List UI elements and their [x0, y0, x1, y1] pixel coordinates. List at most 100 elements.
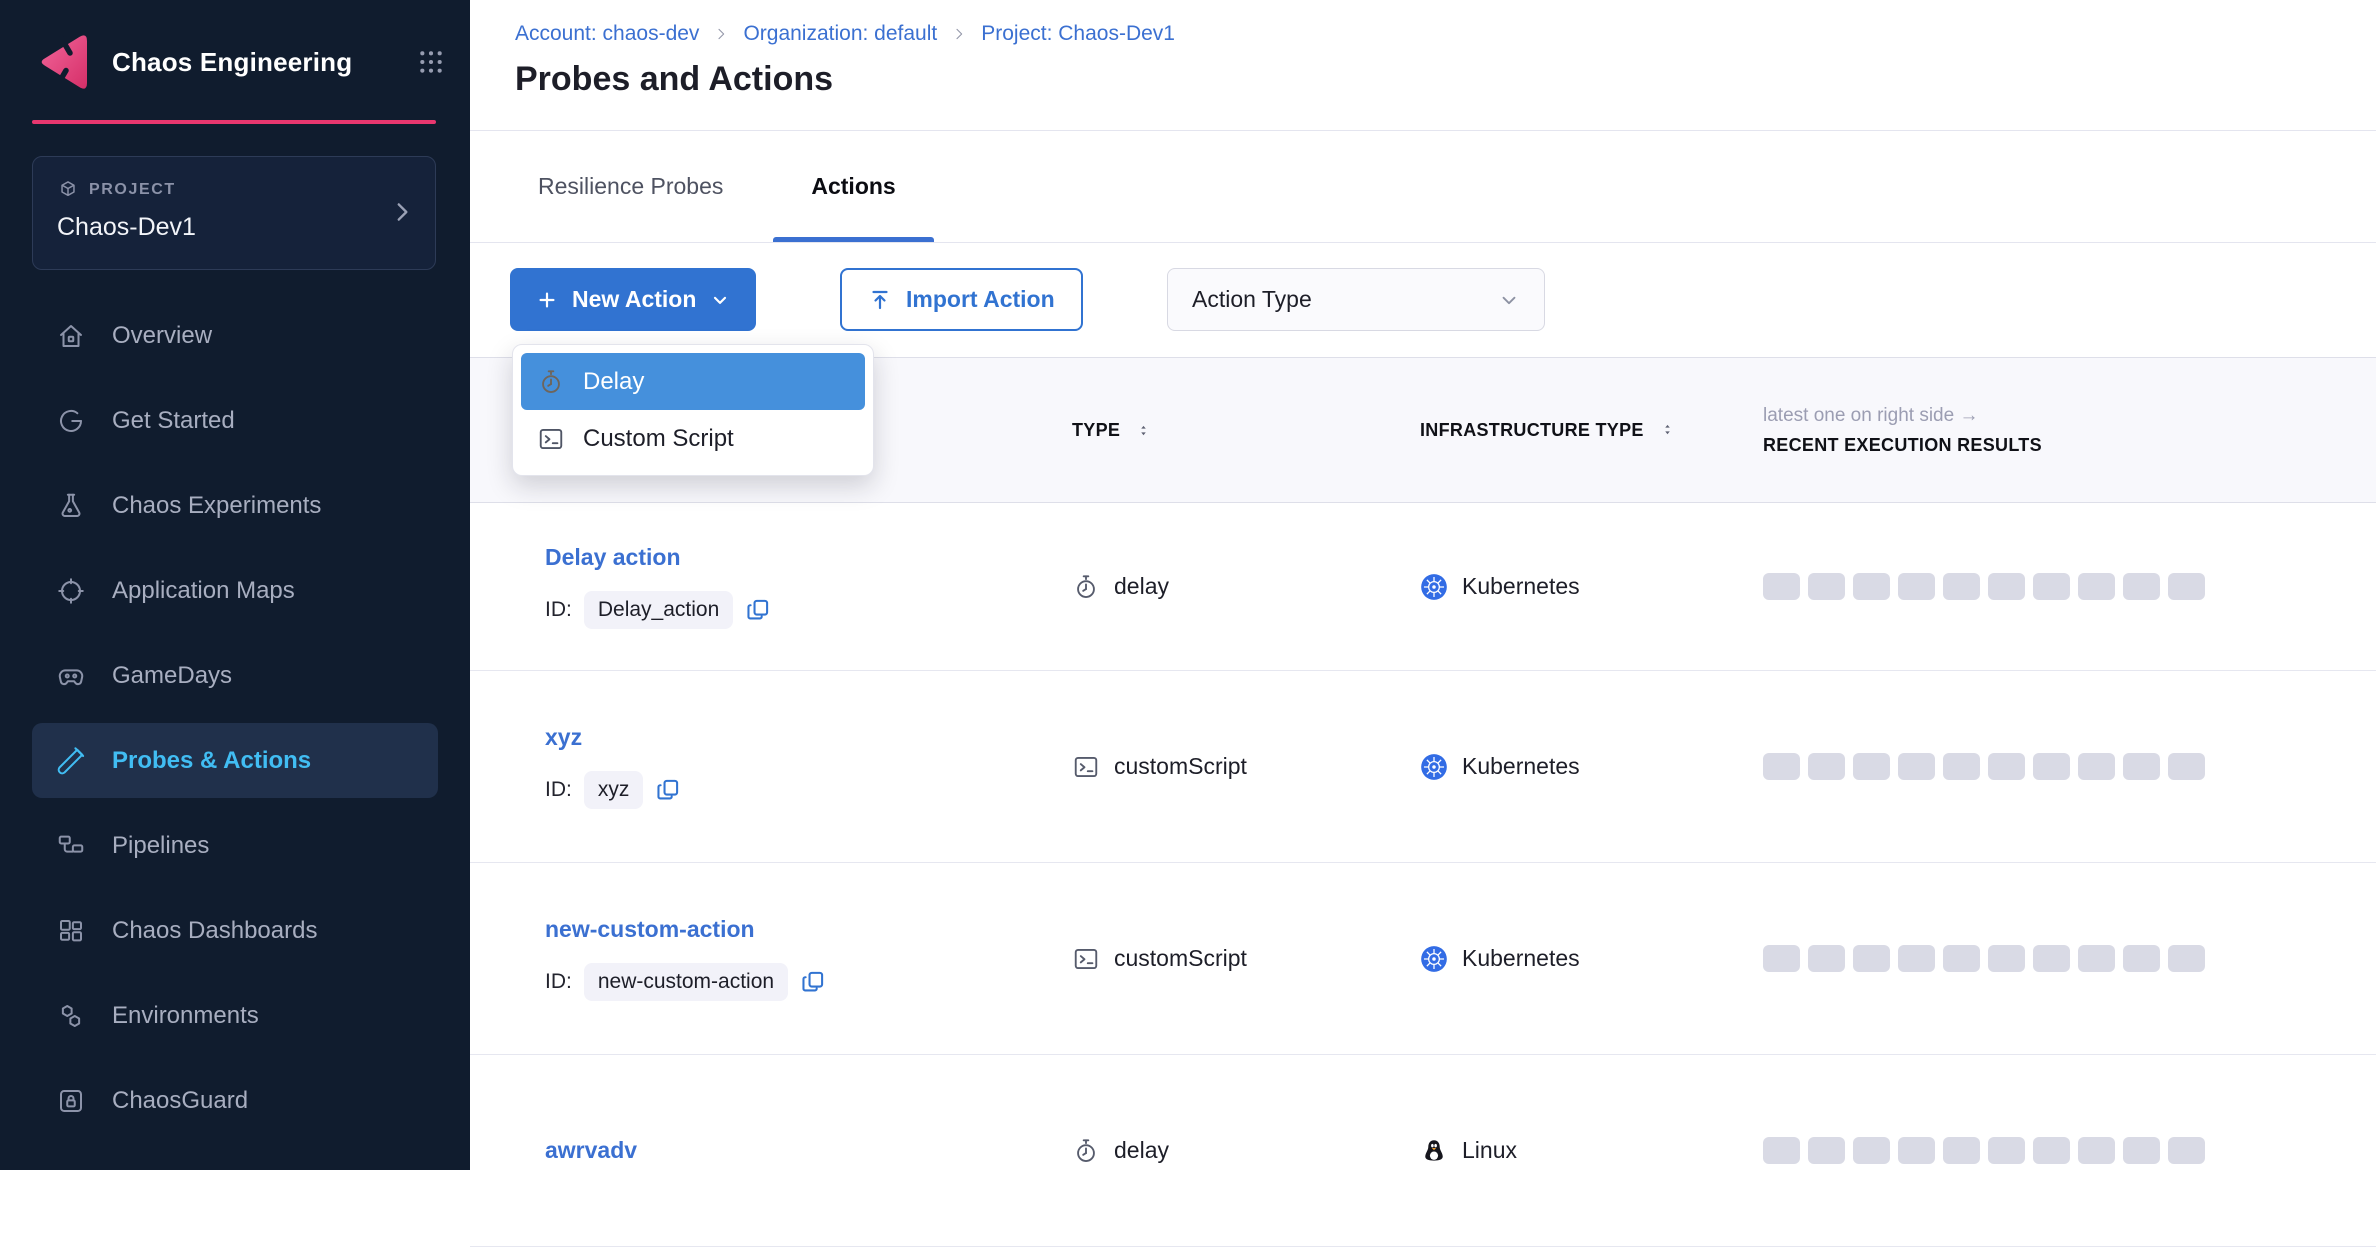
recent-execution-results: [1763, 1137, 2376, 1164]
execution-result-placeholder: [2168, 945, 2205, 972]
breadcrumb-link[interactable]: Organization: default: [743, 22, 937, 46]
sidebar-item-application-maps[interactable]: Application Maps: [0, 548, 470, 633]
execution-result-placeholder: [1898, 1137, 1935, 1164]
table-row: xyz ID: xyz customScript Kubernetes: [470, 671, 2376, 863]
action-type-cell: delay: [1072, 1137, 1420, 1165]
execution-result-placeholder: [2033, 1137, 2070, 1164]
action-type-value: delay: [1114, 1137, 1169, 1164]
copy-icon[interactable]: [745, 597, 771, 623]
id-label: ID:: [545, 970, 572, 994]
app-switcher-icon[interactable]: [418, 49, 444, 75]
execution-result-placeholder: [1763, 945, 1800, 972]
action-name-link[interactable]: Delay action: [545, 544, 681, 571]
execution-result-placeholder: [1943, 753, 1980, 780]
action-id-value: new-custom-action: [584, 963, 788, 1001]
execution-result-placeholder: [2033, 753, 2070, 780]
app-title: Chaos Engineering: [112, 47, 352, 78]
execution-result-placeholder: [2168, 753, 2205, 780]
stopwatch-icon: [1072, 1137, 1100, 1165]
execution-result-placeholder: [1988, 1137, 2025, 1164]
action-name-link[interactable]: awrvadv: [545, 1137, 637, 1164]
action-name-link[interactable]: new-custom-action: [545, 916, 755, 943]
sidebar-item-label: Environments: [112, 1002, 259, 1030]
page-title: Probes and Actions: [515, 60, 833, 99]
execution-result-placeholder: [1898, 573, 1935, 600]
table-header-results: latest one on right side → RECENT EXECUT…: [1763, 405, 2376, 456]
breadcrumb-link[interactable]: Account: chaos-dev: [515, 22, 699, 46]
sidebar-item-label: Chaos Experiments: [112, 492, 321, 520]
action-id-row: ID: xyz: [545, 771, 1072, 809]
infrastructure-cell: Linux: [1420, 1137, 1763, 1165]
action-type-value: customScript: [1114, 753, 1247, 780]
execution-result-placeholder: [1898, 753, 1935, 780]
sort-icon[interactable]: [1136, 423, 1151, 438]
lock-icon: [56, 1086, 86, 1116]
execution-result-placeholder: [1988, 753, 2025, 780]
terminal-icon: [1072, 753, 1100, 781]
table-header-type: TYPE: [1072, 420, 1420, 441]
action-name-cell: new-custom-action ID: new-custom-action: [470, 916, 1072, 1001]
home-icon: [56, 321, 86, 351]
recent-execution-results: [1763, 753, 2376, 780]
sidebar-item-probes-actions[interactable]: Probes & Actions: [32, 723, 438, 798]
menu-item-custom-script[interactable]: Custom Script: [521, 410, 865, 467]
pipeline-icon: [56, 831, 86, 861]
sidebar-item-environments[interactable]: Environments: [0, 973, 470, 1058]
sidebar-item-pipelines[interactable]: Pipelines: [0, 803, 470, 888]
plus-icon: [536, 289, 558, 311]
actions-table-body: Delay action ID: Delay_action delay Kube…: [470, 503, 2376, 1247]
copy-icon[interactable]: [655, 777, 681, 803]
action-type-value: customScript: [1114, 945, 1247, 972]
recent-execution-results: [1763, 573, 2376, 600]
sidebar-item-label: Pipelines: [112, 832, 209, 860]
infrastructure-value: Kubernetes: [1462, 573, 1580, 600]
infrastructure-cell: Kubernetes: [1420, 945, 1763, 973]
execution-result-placeholder: [1808, 753, 1845, 780]
menu-item-delay[interactable]: Delay: [521, 353, 865, 410]
gamepad-icon: [56, 661, 86, 691]
sidebar-item-chaosguard[interactable]: ChaosGuard: [0, 1058, 470, 1143]
sidebar-item-chaos-experiments[interactable]: Chaos Experiments: [0, 463, 470, 548]
project-selector[interactable]: PROJECT Chaos-Dev1: [32, 156, 436, 270]
sidebar-item-label: Probes & Actions: [112, 747, 311, 775]
execution-result-placeholder: [2078, 573, 2115, 600]
execution-result-placeholder: [2123, 945, 2160, 972]
action-type-filter[interactable]: Action Type: [1167, 268, 1545, 331]
chevron-right-icon: [389, 199, 415, 225]
dashboard-icon: [56, 916, 86, 946]
recent-execution-results: [1763, 945, 2376, 972]
sidebar-item-label: Get Started: [112, 407, 235, 435]
action-type-cell: delay: [1072, 573, 1420, 601]
sort-icon[interactable]: [1660, 422, 1675, 437]
copy-icon[interactable]: [800, 969, 826, 995]
execution-result-placeholder: [2078, 753, 2115, 780]
import-action-button[interactable]: Import Action: [840, 268, 1083, 331]
breadcrumb-link[interactable]: Project: Chaos-Dev1: [981, 22, 1175, 46]
action-id-row: ID: Delay_action: [545, 591, 1072, 629]
execution-result-placeholder: [1808, 1137, 1845, 1164]
breadcrumb: Account: chaos-dev Organization: default P…: [515, 22, 1175, 46]
table-row: new-custom-action ID: new-custom-action …: [470, 863, 2376, 1055]
action-name-link[interactable]: xyz: [545, 724, 582, 751]
table-row: Delay action ID: Delay_action delay Kube…: [470, 503, 2376, 671]
execution-result-placeholder: [1763, 1137, 1800, 1164]
execution-result-placeholder: [2078, 945, 2115, 972]
id-label: ID:: [545, 598, 572, 622]
sidebar-item-overview[interactable]: Overview: [0, 293, 470, 378]
execution-result-placeholder: [2168, 573, 2205, 600]
execution-result-placeholder: [2033, 573, 2070, 600]
tab-actions[interactable]: Actions: [773, 131, 933, 242]
terminal-icon: [1072, 945, 1100, 973]
execution-result-placeholder: [1898, 945, 1935, 972]
tab-resilience-probes[interactable]: Resilience Probes: [500, 131, 761, 242]
sidebar-item-gamedays[interactable]: GameDays: [0, 633, 470, 718]
execution-result-placeholder: [2033, 945, 2070, 972]
sidebar-item-chaos-dashboards[interactable]: Chaos Dashboards: [0, 888, 470, 973]
action-type-value: delay: [1114, 573, 1169, 600]
sidebar-item-get-started[interactable]: Get Started: [0, 378, 470, 463]
execution-result-placeholder: [1943, 945, 1980, 972]
action-name-cell: awrvadv: [470, 1137, 1072, 1164]
new-action-button[interactable]: New Action: [510, 268, 756, 331]
table-row: awrvadv delay Linux: [470, 1055, 2376, 1247]
execution-result-placeholder: [1943, 1137, 1980, 1164]
